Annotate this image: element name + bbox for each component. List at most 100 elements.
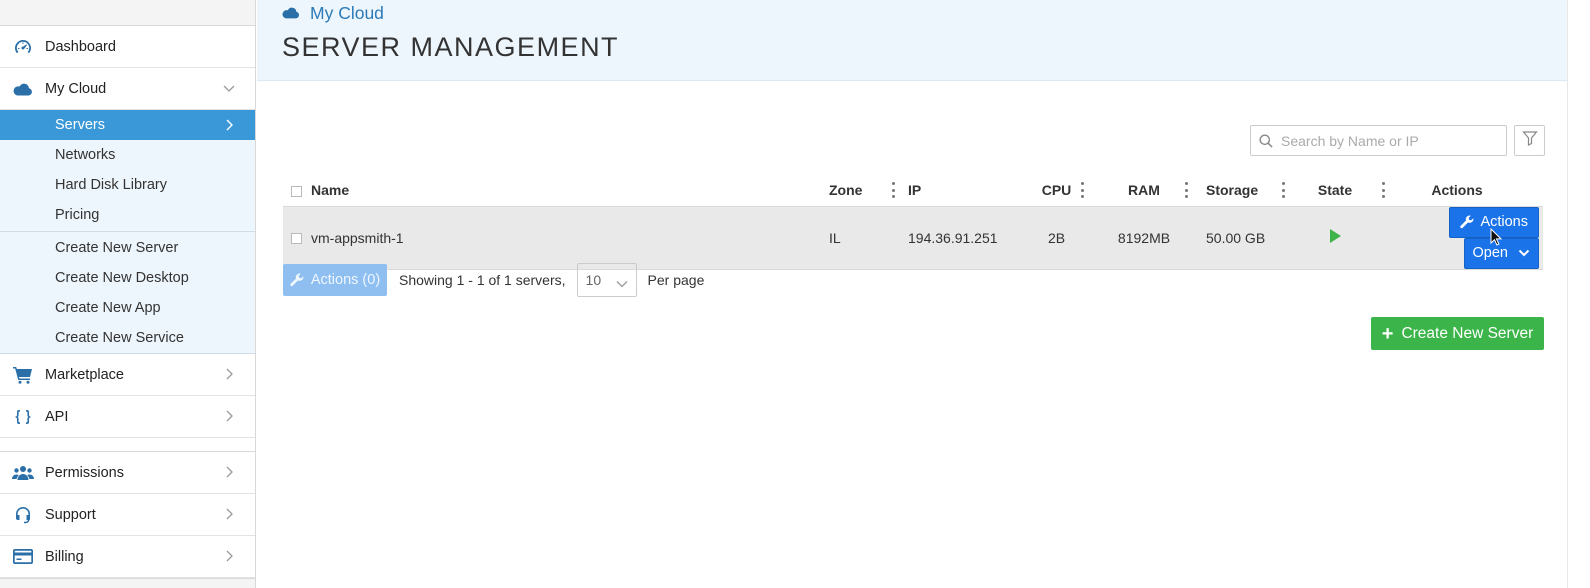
play-icon bbox=[1329, 229, 1341, 243]
chevron-right-icon bbox=[223, 550, 235, 562]
per-page-label: Per page bbox=[647, 272, 705, 288]
sidebar-item-my-cloud[interactable]: My Cloud bbox=[0, 68, 255, 110]
column-header-label: Storage bbox=[1206, 181, 1259, 198]
sidebar-item-create-new-desktop[interactable]: Create New Desktop bbox=[0, 263, 255, 293]
column-menu-icon[interactable] bbox=[1184, 182, 1188, 198]
row-checkbox[interactable] bbox=[291, 233, 302, 245]
breadcrumb[interactable]: My Cloud bbox=[282, 0, 1567, 26]
sidebar-item-label: API bbox=[45, 408, 69, 425]
chevron-down-icon bbox=[616, 276, 628, 292]
sidebar-item-pricing[interactable]: Pricing bbox=[0, 200, 255, 230]
chevron-right-icon bbox=[223, 508, 235, 520]
sidebar-item-hard-disk-library[interactable]: Hard Disk Library bbox=[0, 170, 255, 200]
column-header-actions: Actions bbox=[1431, 181, 1483, 198]
sidebar-item-label: Permissions bbox=[45, 464, 124, 481]
breadcrumb-label: My Cloud bbox=[310, 2, 384, 23]
filter-icon bbox=[1521, 130, 1538, 151]
cart-icon bbox=[12, 366, 34, 384]
sidebar-item-label: Dashboard bbox=[45, 38, 116, 55]
sidebar-item-label: Create New Desktop bbox=[55, 270, 189, 286]
cell-name[interactable]: vm-appsmith-1 bbox=[311, 206, 829, 269]
users-icon bbox=[12, 464, 34, 482]
sidebar-item-label: Create New Server bbox=[55, 240, 179, 256]
table-row[interactable]: vm-appsmith-1 IL 194.36.91.251 2B 8192MB… bbox=[283, 206, 1543, 269]
sidebar-item-label: Support bbox=[45, 506, 96, 523]
page-header: My Cloud SERVER MANAGEMENT bbox=[257, 0, 1567, 81]
sidebar-item-networks[interactable]: Networks bbox=[0, 140, 255, 170]
dashboard-icon bbox=[12, 38, 34, 56]
column-menu-icon[interactable] bbox=[1281, 182, 1285, 198]
column-header-label: Zone bbox=[829, 181, 863, 198]
page-title: SERVER MANAGEMENT bbox=[282, 32, 620, 62]
per-page-value: 10 bbox=[585, 272, 602, 288]
filter-button[interactable] bbox=[1514, 125, 1545, 156]
column-header-label: RAM bbox=[1128, 181, 1160, 198]
chevron-right-icon bbox=[223, 410, 235, 422]
column-header-label: CPU bbox=[1041, 181, 1072, 198]
braces-icon bbox=[12, 408, 34, 426]
cell-zone: IL bbox=[829, 229, 841, 246]
submenu-divider bbox=[0, 231, 255, 232]
cloud-icon bbox=[12, 80, 34, 98]
sidebar-item-label: Pricing bbox=[55, 207, 100, 223]
chevron-down-icon bbox=[223, 82, 235, 94]
column-header-name[interactable]: Name bbox=[311, 174, 829, 206]
column-header-cpu[interactable]: CPU bbox=[1024, 174, 1089, 206]
column-menu-icon[interactable] bbox=[1080, 182, 1084, 198]
sidebar-item-label: Marketplace bbox=[45, 366, 124, 383]
column-header-zone[interactable]: Zone bbox=[829, 174, 908, 206]
cell-ip: 194.36.91.251 bbox=[908, 229, 998, 246]
page-scrollbar[interactable] bbox=[1567, 0, 1590, 588]
sidebar-item-label: Create New App bbox=[55, 300, 161, 316]
chevron-right-icon bbox=[223, 466, 235, 478]
column-header-ip[interactable]: IP bbox=[908, 174, 1024, 206]
sidebar: Dashboard My Cloud Servers Networks Hard… bbox=[0, 0, 256, 588]
sidebar-item-api[interactable]: API bbox=[0, 396, 255, 438]
sidebar-item-marketplace[interactable]: Marketplace bbox=[0, 354, 255, 396]
sidebar-item-create-new-server[interactable]: Create New Server bbox=[0, 233, 255, 263]
table-pager: Actions (0) Showing 1 - 1 of 1 servers, … bbox=[283, 263, 704, 297]
column-header-state[interactable]: State bbox=[1299, 174, 1385, 206]
sidebar-item-create-new-service[interactable]: Create New Service bbox=[0, 323, 255, 353]
sidebar-spacer bbox=[0, 438, 255, 452]
wrench-icon bbox=[290, 273, 304, 287]
sidebar-item-billing[interactable]: Billing bbox=[0, 536, 255, 578]
app-root: Dashboard My Cloud Servers Networks Hard… bbox=[0, 0, 1590, 588]
sidebar-item-permissions[interactable]: Permissions bbox=[0, 452, 255, 494]
per-page-select[interactable]: 10 bbox=[576, 263, 637, 297]
sidebar-top-bar bbox=[0, 0, 255, 26]
cell-ram: 8192MB bbox=[1117, 229, 1171, 246]
sidebar-item-servers[interactable]: Servers bbox=[0, 110, 255, 140]
cell-actions: Actions Open bbox=[1371, 206, 1543, 269]
cell-storage: 50.00 GB bbox=[1206, 229, 1266, 246]
plus-icon: + bbox=[1381, 322, 1394, 345]
column-header-storage[interactable]: Storage bbox=[1199, 174, 1299, 206]
cell-cpu: 2B bbox=[1047, 229, 1066, 246]
search-input[interactable] bbox=[1281, 132, 1491, 149]
bulk-actions-button[interactable]: Actions (0) bbox=[283, 264, 387, 296]
chevron-down-icon bbox=[1518, 249, 1530, 257]
credit-card-icon bbox=[12, 548, 34, 566]
create-new-server-button[interactable]: + Create New Server bbox=[1371, 317, 1544, 350]
column-header-ram[interactable]: RAM bbox=[1089, 174, 1199, 206]
select-all-checkbox[interactable] bbox=[291, 185, 302, 197]
table-toolbar bbox=[1250, 125, 1545, 156]
chevron-right-icon bbox=[223, 119, 235, 131]
cell-state bbox=[1299, 206, 1371, 269]
sidebar-item-label: Create New Service bbox=[55, 330, 184, 346]
row-actions-label: Actions bbox=[1480, 214, 1528, 230]
select-all-cell bbox=[283, 174, 311, 206]
row-select-cell bbox=[283, 206, 311, 269]
column-menu-icon[interactable] bbox=[891, 182, 895, 198]
mouse-cursor-icon bbox=[1490, 227, 1503, 251]
sidebar-item-dashboard[interactable]: Dashboard bbox=[0, 26, 255, 68]
create-new-server-label: Create New Server bbox=[1401, 324, 1534, 342]
sidebar-item-support[interactable]: Support bbox=[0, 494, 255, 536]
bulk-actions-label: Actions (0) bbox=[310, 272, 381, 288]
table-header-row: Name Zone IP CPU RAM Storage State Actio… bbox=[283, 174, 1543, 206]
sidebar-item-label: Billing bbox=[45, 548, 84, 565]
sidebar-item-create-new-app[interactable]: Create New App bbox=[0, 293, 255, 323]
chevron-right-icon bbox=[223, 368, 235, 380]
sidebar-item-label: Networks bbox=[55, 147, 116, 163]
my-cloud-submenu: Servers Networks Hard Disk Library Prici… bbox=[0, 110, 255, 354]
